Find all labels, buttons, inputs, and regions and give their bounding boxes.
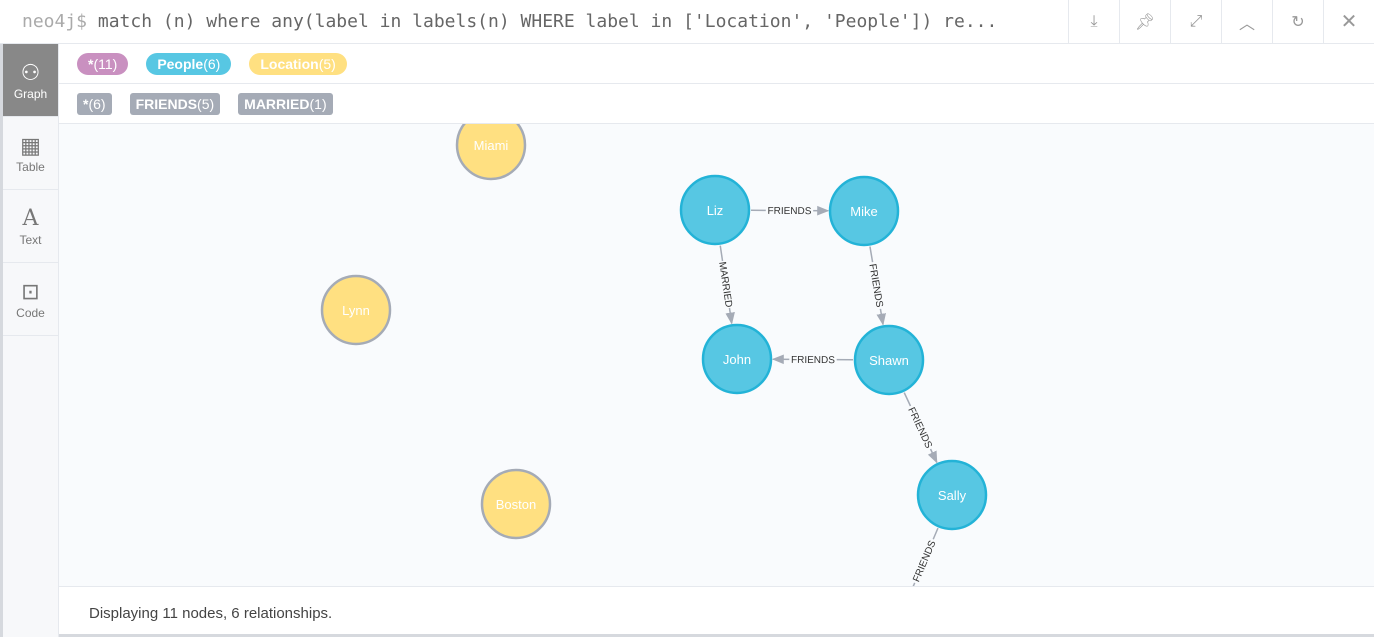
graph-svg[interactable]: FRIENDSFRIENDSMARRIEDFRIENDSFRIENDSFRIEN…: [59, 124, 1374, 586]
node-caption: Boston: [496, 497, 536, 512]
node-caption: Lynn: [342, 303, 370, 318]
rel-pill-married[interactable]: MARRIED(1): [238, 92, 333, 115]
tab-label: Text: [19, 233, 42, 247]
node-caption: Sally: [938, 488, 967, 503]
node-caption: Mike: [850, 204, 877, 219]
node-mike[interactable]: Mike: [828, 175, 900, 247]
code-icon: ⊡: [21, 279, 40, 304]
tab-text[interactable]: A Text: [3, 190, 58, 263]
node-liz[interactable]: Liz: [679, 174, 751, 246]
download-button[interactable]: ⤓: [1068, 0, 1119, 44]
tab-label: Graph: [13, 87, 48, 101]
close-icon: ✕: [1340, 11, 1358, 33]
node-john[interactable]: John: [701, 323, 773, 395]
prompt: neo4j$: [22, 11, 88, 32]
rel-pill-friends[interactable]: FRIENDS(5): [129, 92, 221, 115]
node-miami[interactable]: Miami: [455, 124, 527, 181]
label-pill-all[interactable]: *(11): [77, 52, 129, 75]
node-label-legend: *(11) People(6) Location(5): [59, 44, 1374, 84]
tab-label: Table: [16, 160, 45, 174]
relationship-legend: *(6) FRIENDS(5) MARRIED(1): [59, 84, 1374, 124]
refresh-icon: ↻: [1291, 13, 1305, 31]
label-pill-location[interactable]: Location(5): [249, 52, 347, 75]
text-icon: A: [22, 206, 39, 231]
node-lynn[interactable]: Lynn: [320, 274, 392, 346]
edge-label: FRIENDS: [791, 355, 835, 366]
rerun-button[interactable]: ↻: [1272, 0, 1323, 44]
edge-label: FRIENDS: [866, 263, 884, 308]
expand-icon: ⤢: [1189, 12, 1203, 30]
edge-label: FRIENDS: [768, 206, 812, 217]
tab-graph[interactable]: ⚇ Graph: [3, 44, 58, 117]
download-icon: ⤓: [1090, 12, 1098, 30]
node-caption: John: [723, 352, 751, 367]
query-bar: neo4j$ match (n) where any(label in labe…: [0, 0, 1374, 44]
fullscreen-button[interactable]: ⤢: [1170, 0, 1221, 44]
edge-label: FRIENDS: [911, 539, 938, 584]
query-text: match (n) where any(label in labels(n) W…: [97, 11, 998, 32]
graph-canvas[interactable]: FRIENDS FRIENDS MARRIED FRIENDS FRIENDS FRIEN…: [59, 124, 1374, 586]
close-button[interactable]: ✕: [1323, 0, 1374, 44]
view-sidebar: ⚇ Graph ▦ Table A Text ⊡ Code: [0, 44, 59, 637]
tab-table[interactable]: ▦ Table: [3, 117, 58, 190]
node-caption: Shawn: [869, 353, 909, 368]
node-caption: Miami: [474, 138, 509, 153]
tab-label: Code: [16, 306, 45, 320]
node-boston[interactable]: Boston: [480, 468, 552, 540]
node-sally[interactable]: Sally: [916, 459, 988, 531]
tab-code[interactable]: ⊡ Code: [3, 263, 58, 336]
pin-icon: 📌︎: [1134, 13, 1156, 31]
table-icon: ▦: [20, 133, 41, 158]
collapse-button[interactable]: ︿: [1221, 0, 1272, 44]
status-bar: Displaying 11 nodes, 6 relationships.: [59, 586, 1374, 637]
query-editor[interactable]: neo4j$ match (n) where any(label in labe…: [0, 11, 1068, 32]
graph-icon: ⚇: [20, 60, 41, 85]
node-shawn[interactable]: Shawn: [853, 324, 925, 396]
rel-pill-all[interactable]: *(6): [77, 92, 112, 115]
collapse-icon: ︿: [1238, 15, 1255, 33]
node-caption: Liz: [707, 203, 724, 218]
pin-button[interactable]: 📌︎: [1119, 0, 1170, 44]
label-pill-people[interactable]: People(6): [146, 52, 232, 75]
edge-label: MARRIED: [716, 261, 734, 308]
